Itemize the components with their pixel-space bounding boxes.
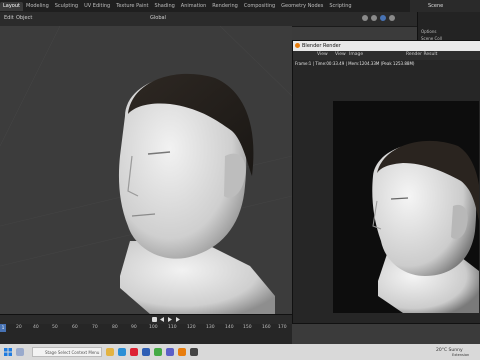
shading-solid-icon[interactable] <box>371 15 377 21</box>
playback-buttons <box>152 317 180 322</box>
tick-label: 140 <box>225 325 234 330</box>
tick-label: 20 <box>16 325 22 330</box>
scene-selector[interactable]: Scene <box>410 0 480 12</box>
workspace-tabs: Layout Modeling Sculpting UV Editing Tex… <box>0 0 355 12</box>
top-menu-bar: Layout Modeling Sculpting UV Editing Tex… <box>0 0 480 12</box>
outliner-options[interactable]: Options <box>418 28 480 35</box>
opera-icon[interactable] <box>130 348 138 356</box>
jump-end-icon[interactable] <box>176 317 180 322</box>
tab-shading[interactable]: Shading <box>151 2 177 11</box>
render-window-title: Blender Render <box>302 43 341 49</box>
tab-animation[interactable]: Animation <box>178 2 210 11</box>
render-result-canvas[interactable] <box>333 101 479 313</box>
tick-label: 110 <box>168 325 177 330</box>
timeline-ruler[interactable]: 20 40 50 60 70 80 90 100 110 120 130 140… <box>0 325 292 333</box>
teams-icon[interactable] <box>166 348 174 356</box>
play-icon[interactable] <box>168 317 172 322</box>
taskbar-search-box[interactable]: Stage Select Context Menu <box>32 347 102 357</box>
render-view2-menu[interactable]: View <box>335 52 346 57</box>
tick-label: 60 <box>72 325 78 330</box>
tick-label: 90 <box>131 325 137 330</box>
scene-label: Scene <box>428 3 444 9</box>
render-image-menu[interactable]: Image <box>349 52 363 57</box>
render-window-menu: View View Image Render Result <box>293 51 480 60</box>
tab-layout[interactable]: Layout <box>0 1 23 11</box>
word-icon[interactable] <box>142 348 150 356</box>
tick-label: 130 <box>206 325 215 330</box>
playback-controls <box>0 315 292 324</box>
tab-compositing[interactable]: Compositing <box>241 2 278 11</box>
render-window: Blender Render View View Image Render Re… <box>292 40 480 324</box>
edit-menu[interactable]: Edit <box>4 15 14 21</box>
timeline-editor: 1 20 40 50 60 70 80 90 100 110 120 130 1… <box>0 314 292 345</box>
tab-sculpting[interactable]: Sculpting <box>52 2 81 11</box>
tick-label: 100 <box>149 325 158 330</box>
render-window-titlebar[interactable]: Blender Render <box>293 41 480 51</box>
tab-modeling[interactable]: Modeling <box>23 2 52 11</box>
app-icon-2[interactable] <box>190 348 198 356</box>
tray-extension-label: Extension <box>452 353 470 357</box>
windows-start-icon[interactable] <box>4 348 12 356</box>
shading-material-icon[interactable] <box>380 15 386 21</box>
viewport-header: Edit Object Global <box>0 12 480 27</box>
head-sculpt-render <box>0 26 292 314</box>
render-result-select[interactable]: Render Result <box>406 52 437 57</box>
tab-uv-editing[interactable]: UV Editing <box>81 2 113 11</box>
render-view-menu[interactable]: View <box>317 52 328 57</box>
viewport-shading-icons <box>362 15 395 21</box>
system-tray[interactable] <box>410 349 432 354</box>
transform-orientation[interactable]: Global <box>150 15 166 21</box>
app-icon[interactable] <box>154 348 162 356</box>
windows-taskbar: Stage Select Context Menu 20°C Sunny Ext… <box>0 344 480 360</box>
blender-logo-icon <box>295 43 300 48</box>
tick-label: 160 <box>262 325 271 330</box>
tick-label: 70 <box>92 325 98 330</box>
tab-rendering[interactable]: Rendering <box>209 2 241 11</box>
file-explorer-icon[interactable] <box>106 348 114 356</box>
rendered-head-image <box>372 140 479 313</box>
render-status-text: Frame:1 | Time:00:33.49 | Mem:1204.33M (… <box>295 61 415 66</box>
blender-taskbar-icon[interactable] <box>178 348 186 356</box>
record-icon[interactable] <box>152 317 157 322</box>
tab-scripting[interactable]: Scripting <box>326 2 354 11</box>
tab-geometry-nodes[interactable]: Geometry Nodes <box>278 2 326 11</box>
object-menu[interactable]: Object <box>16 15 32 21</box>
tick-label: 150 <box>243 325 252 330</box>
tick-label: 40 <box>33 325 39 330</box>
shading-render-icon[interactable] <box>389 15 395 21</box>
tick-label: 120 <box>187 325 196 330</box>
shading-wire-icon[interactable] <box>362 15 368 21</box>
play-reverse-icon[interactable] <box>160 317 164 322</box>
tick-label: 50 <box>52 325 58 330</box>
edge-browser-icon[interactable] <box>118 348 126 356</box>
3d-viewport[interactable] <box>0 26 292 314</box>
tab-texture-paint[interactable]: Texture Paint <box>113 2 151 11</box>
tick-label: 80 <box>112 325 118 330</box>
app-pinned-icon[interactable] <box>16 348 24 356</box>
tick-label: 170 <box>278 325 287 330</box>
